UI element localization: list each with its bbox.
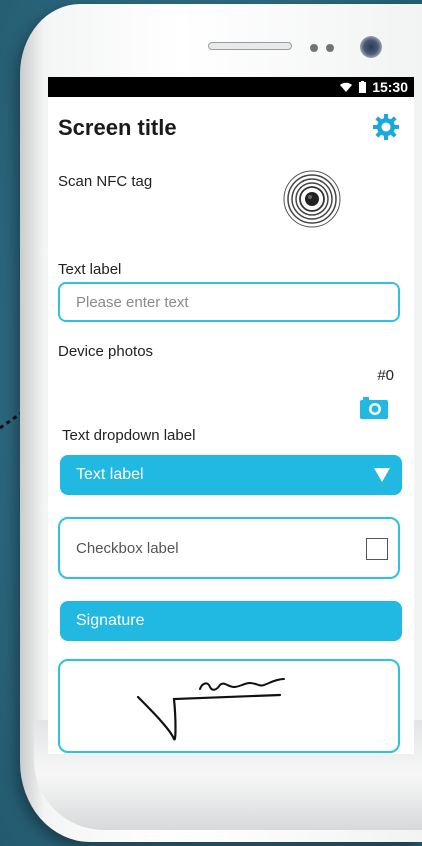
nfc-label: Scan NFC tag: [58, 173, 153, 190]
app-screen: 15:30 Screen title Scan NFC tag Text lab…: [48, 77, 414, 754]
dropdown-selected-value: Text label: [76, 466, 144, 483]
status-time: 15:30: [372, 79, 408, 95]
page-title: Screen title: [58, 115, 177, 140]
status-bar: 15:30: [48, 77, 414, 97]
checkbox-row[interactable]: Checkbox label: [58, 517, 400, 579]
signature-drawing: [136, 678, 285, 741]
signature-button[interactable]: Signature: [60, 601, 402, 641]
chevron-down-icon: [374, 468, 390, 482]
dropdown-select[interactable]: Text label: [60, 455, 402, 495]
wifi-icon: [340, 82, 353, 92]
checkbox-label: Checkbox label: [76, 539, 179, 557]
phone-speaker: [208, 42, 292, 50]
device-photos-label: Device photos: [58, 343, 154, 360]
nfc-icon[interactable]: [282, 169, 342, 229]
checkbox[interactable]: [366, 538, 388, 560]
battery-icon: [359, 81, 367, 93]
signature-pad[interactable]: [58, 659, 400, 753]
text-input[interactable]: Please enter text: [58, 282, 400, 322]
gear-icon[interactable]: [372, 113, 400, 141]
header: Screen title: [58, 113, 404, 143]
photo-count: #0: [377, 367, 394, 384]
dropdown-label: Text dropdown label: [62, 427, 196, 444]
sensor-dot: [326, 44, 334, 52]
front-camera: [360, 36, 382, 58]
text-field-label: Text label: [58, 261, 122, 278]
camera-icon[interactable]: [360, 397, 388, 419]
sensor-dot: [310, 44, 318, 52]
